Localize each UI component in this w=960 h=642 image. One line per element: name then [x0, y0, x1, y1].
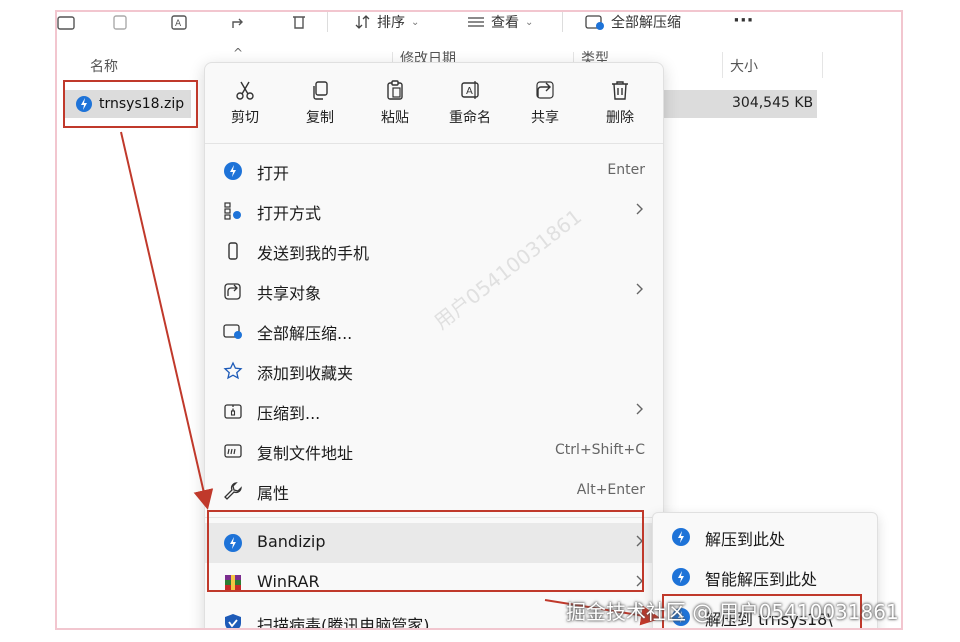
explorer-window: A 排序 ⌄ 查看 ⌄ 全部解压缩 ··· 名称 ^ 修改日期 类型 大小 tr… [55, 10, 903, 630]
watermark-bottom: 掘金技术社区 @ 用户05410031861 [566, 600, 899, 624]
arrow-file-to-bandizip [120, 131, 214, 510]
annotation-arrows [120, 131, 661, 626]
